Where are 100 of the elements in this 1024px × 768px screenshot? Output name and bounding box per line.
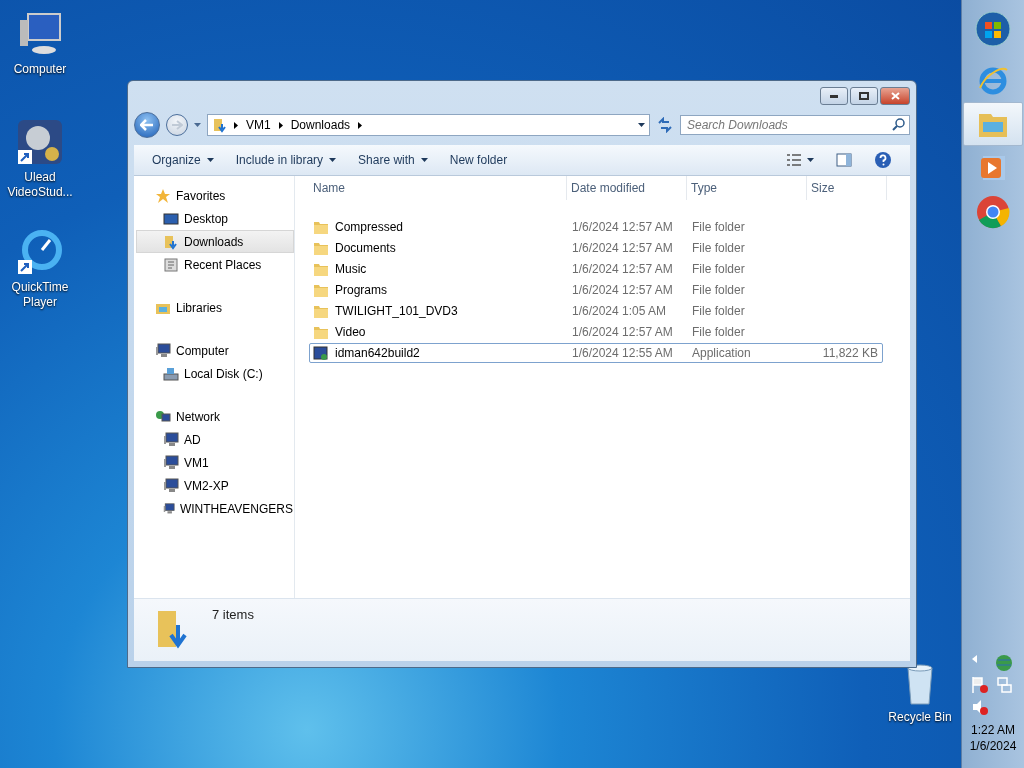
- downloads-icon: [163, 233, 179, 250]
- date-cell-text: 1/6/2024 12:55 AM: [571, 346, 674, 360]
- star-icon: [155, 187, 171, 204]
- address-bar[interactable]: VM1 Downloads: [207, 114, 650, 136]
- type-cell-text: File folder: [691, 262, 746, 276]
- desktop-icon-label[interactable]: Computer: [13, 62, 67, 77]
- refresh-icon[interactable]: [656, 117, 674, 133]
- back-button[interactable]: [134, 112, 160, 138]
- nav-item[interactable]: Libraries: [136, 296, 294, 319]
- nav-item[interactable]: Local Disk (C:): [136, 362, 294, 385]
- disk-icon: [163, 365, 179, 382]
- nav-item[interactable]: Network: [136, 405, 294, 428]
- caret-icon[interactable]: [194, 123, 201, 127]
- quicktime-icon: [16, 228, 64, 276]
- nav-item[interactable]: Recent Places: [136, 253, 294, 276]
- nav-item[interactable]: Desktop: [136, 207, 294, 230]
- desktop-icon-label[interactable]: QuickTime Player: [2, 280, 78, 310]
- clock-date[interactable]: 1/6/2024: [969, 738, 1017, 754]
- help-icon: [874, 151, 892, 169]
- file-row[interactable]: idman642build2 1/6/2024 12:55 AM Application 11,822 KB: [309, 343, 883, 363]
- folder-icon: [313, 219, 329, 235]
- start-orb-icon[interactable]: [974, 10, 1012, 48]
- folder-icon: [313, 240, 329, 256]
- toolbar-button[interactable]: Include in library: [227, 149, 345, 171]
- maximize-icon: [859, 92, 869, 100]
- file-name: Compressed: [310, 219, 568, 235]
- forward-button[interactable]: [166, 114, 188, 136]
- date-cell-text: 1/6/2024 1:05 AM: [571, 304, 668, 318]
- back-arrow-icon: [140, 119, 154, 131]
- file-row[interactable]: Documents 1/6/2024 12:57 AM File folder: [309, 238, 883, 258]
- file-row[interactable]: Compressed 1/6/2024 12:57 AM File folder: [309, 217, 883, 237]
- flag-error-icon[interactable]: [971, 676, 989, 694]
- size-cell-text: 11,822 KB: [821, 346, 879, 360]
- date-cell-text: 1/6/2024 12:57 AM: [571, 283, 674, 297]
- folder-icon: [313, 303, 329, 319]
- nav-item[interactable]: Favorites: [136, 184, 294, 207]
- nav-item[interactable]: VM1: [136, 451, 294, 474]
- file-row[interactable]: Programs 1/6/2024 12:57 AM File folder: [309, 280, 883, 300]
- breadcrumb-item[interactable]: Downloads: [288, 118, 353, 132]
- type-cell-text: File folder: [691, 304, 746, 318]
- clock-time[interactable]: 1:22 AM: [971, 722, 1015, 738]
- column-header[interactable]: Date modified: [567, 176, 687, 200]
- chevron-left-icon[interactable]: [971, 654, 979, 664]
- computer-icon: [163, 454, 179, 471]
- application-icon: [313, 345, 329, 361]
- computer-icon: [163, 431, 179, 448]
- toolbar-button[interactable]: Share with: [350, 149, 436, 171]
- maximize-button[interactable]: [850, 87, 878, 105]
- close-icon: [890, 92, 900, 100]
- column-header[interactable]: Type: [687, 176, 807, 200]
- column-header[interactable]: Name: [309, 176, 567, 200]
- folder-icon: [313, 261, 329, 277]
- search-icon: [892, 118, 905, 131]
- date-cell-text: 1/6/2024 12:57 AM: [571, 325, 674, 339]
- file-name: Music: [310, 261, 568, 277]
- column-header[interactable]: Size: [807, 176, 887, 200]
- chevron-right-icon: [278, 121, 283, 129]
- chevron-right-icon: [234, 121, 238, 129]
- recent-places-icon: [163, 256, 179, 273]
- toolbar-button[interactable]: Organize: [144, 149, 222, 171]
- type-cell-text: File folder: [691, 241, 746, 255]
- speaker-muted-icon[interactable]: [971, 698, 989, 716]
- computer-icon: [163, 477, 179, 494]
- file-row[interactable]: Video 1/6/2024 12:57 AM File folder: [309, 322, 883, 342]
- computer-icon: [155, 342, 171, 359]
- search-field[interactable]: Search Downloads: [680, 115, 910, 135]
- nav-item[interactable]: VM2-XP: [136, 474, 294, 497]
- globe-icon[interactable]: [995, 654, 1013, 672]
- minimize-button[interactable]: [820, 87, 848, 105]
- pane-icon: [836, 153, 852, 167]
- nav-item[interactable]: Downloads: [136, 230, 294, 253]
- desktop-icon-label[interactable]: Ulead VideoStud...: [2, 170, 78, 200]
- nav-item[interactable]: WINTHEAVENGERS: [136, 497, 294, 520]
- file-name: Video: [310, 324, 568, 340]
- close-button[interactable]: [880, 87, 910, 105]
- caret-icon: [420, 158, 428, 162]
- breadcrumb-item[interactable]: VM1: [244, 118, 273, 132]
- caret-icon: [638, 123, 645, 127]
- type-cell-text: File folder: [691, 325, 746, 339]
- date-cell-text: 1/6/2024 12:57 AM: [571, 220, 674, 234]
- date-cell-text: 1/6/2024 12:57 AM: [571, 262, 674, 276]
- file-row[interactable]: Music 1/6/2024 12:57 AM File folder: [309, 259, 883, 279]
- taskbar-button[interactable]: [963, 102, 1023, 146]
- caret-icon: [206, 158, 214, 162]
- nav-item[interactable]: AD: [136, 428, 294, 451]
- type-cell-text: File folder: [691, 220, 746, 234]
- desktop-icon-label[interactable]: Recycle Bin: [888, 710, 952, 725]
- nav-item[interactable]: Computer: [136, 339, 294, 362]
- file-name: Documents: [310, 240, 568, 256]
- list-view-icon: [787, 154, 801, 166]
- type-cell-text: Application: [691, 346, 752, 360]
- file-name: Programs: [310, 282, 568, 298]
- toolbar-button[interactable]: New folder: [441, 149, 516, 171]
- caret-icon: [807, 158, 814, 162]
- chrome-icon: [976, 195, 1010, 229]
- folder-icon: [313, 282, 329, 298]
- type-cell-text: File folder: [691, 283, 746, 297]
- network-icon: [155, 408, 171, 425]
- file-row[interactable]: TWILIGHT_101_DVD3 1/6/2024 1:05 AM File folder: [309, 301, 883, 321]
- minimize-icon: [830, 94, 838, 98]
